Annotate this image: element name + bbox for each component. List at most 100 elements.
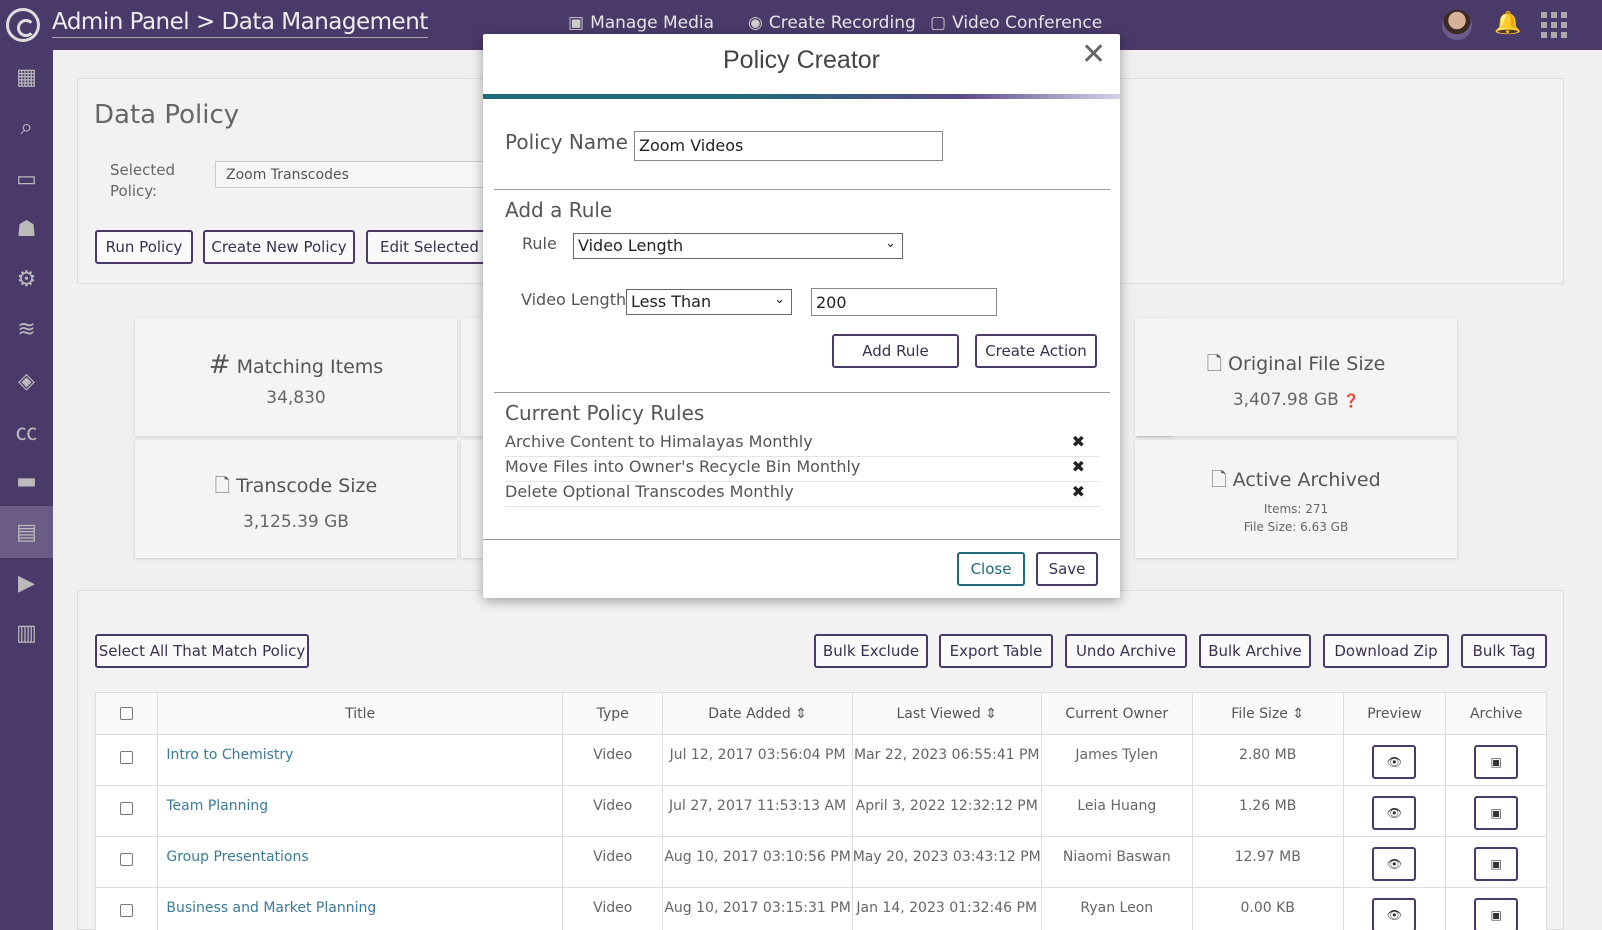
sort-icon[interactable]: ⇕ bbox=[795, 706, 807, 722]
save-button[interactable]: Save bbox=[1036, 552, 1098, 586]
policy-select[interactable]: Zoom Transcodes bbox=[215, 161, 485, 188]
col-owner[interactable]: Current Owner bbox=[1040, 692, 1193, 735]
remove-rule-icon[interactable]: ✖ bbox=[1072, 432, 1085, 451]
select-all-checkbox-cell[interactable] bbox=[94, 692, 159, 735]
preview-eye-icon[interactable]: 👁 bbox=[1372, 847, 1417, 881]
length-input[interactable]: 200 bbox=[811, 288, 997, 316]
row-file-size: 0.00 KB bbox=[1191, 887, 1344, 930]
sort-icon[interactable]: ⇕ bbox=[1292, 706, 1304, 722]
add-rule-button[interactable]: Add Rule bbox=[832, 334, 959, 368]
table-header-row: Title Type Date Added ⇕ Last Viewed ⇕ Cu… bbox=[94, 692, 1547, 735]
row-type: Video bbox=[561, 887, 664, 930]
row-title-link[interactable]: Business and Market Planning bbox=[157, 887, 563, 930]
archive-box-icon[interactable]: ▣ bbox=[1474, 796, 1519, 830]
run-policy-button[interactable]: Run Policy bbox=[95, 230, 193, 264]
sidebar: ▦ ⌕ ▭ ☗ ⚙ ≋ ◈ ㏄ ▬ ▤ ▶ ▥ bbox=[0, 50, 53, 930]
apps-grid-icon[interactable] bbox=[1541, 12, 1567, 38]
preview-eye-icon[interactable]: 👁 bbox=[1372, 898, 1417, 930]
preview-eye-icon[interactable]: 👁 bbox=[1372, 796, 1417, 830]
col-title[interactable]: Title bbox=[157, 692, 563, 735]
modal-accent-bar bbox=[483, 94, 1120, 99]
row-owner: Niaomi Baswan bbox=[1040, 836, 1193, 888]
col-label: Last Viewed bbox=[896, 705, 981, 722]
row-type: Video bbox=[561, 836, 664, 888]
search-users-icon[interactable]: ⌕ bbox=[0, 102, 53, 152]
logo-icon[interactable] bbox=[6, 8, 40, 42]
row-title-link[interactable]: Team Planning bbox=[157, 785, 563, 837]
row-date-added: Jul 27, 2017 11:53:13 AM bbox=[662, 785, 853, 837]
file-upload-icon: 🗋 bbox=[1206, 353, 1222, 375]
row-checkbox[interactable] bbox=[120, 904, 134, 917]
card-title: Active Archived bbox=[1232, 469, 1381, 491]
building-icon[interactable]: ▥ bbox=[0, 608, 53, 658]
storage-icon[interactable]: ▬ bbox=[0, 456, 53, 506]
sort-icon[interactable]: ⇕ bbox=[985, 706, 997, 722]
card-value: 3,125.39 GB bbox=[243, 512, 349, 532]
col-archive: Archive bbox=[1445, 692, 1547, 735]
card-title: Matching Items bbox=[236, 356, 384, 378]
file-upload-icon: 🗋 bbox=[214, 475, 231, 497]
archive-icon[interactable]: ▤ bbox=[0, 506, 53, 558]
row-last-viewed: May 20, 2023 03:43:12 PM bbox=[851, 836, 1042, 888]
col-file-size[interactable]: File Size ⇕ bbox=[1191, 692, 1344, 735]
close-icon[interactable]: ✕ bbox=[1081, 40, 1106, 70]
nav-manage-media[interactable]: ▣ Manage Media bbox=[568, 13, 714, 33]
bell-icon[interactable]: 🔔 bbox=[1494, 11, 1521, 36]
archive-box-icon[interactable]: ▣ bbox=[1474, 745, 1519, 779]
col-date-added[interactable]: Date Added ⇕ bbox=[662, 692, 853, 735]
rule-select-value: Video Length bbox=[578, 236, 684, 255]
preview-eye-icon[interactable]: 👁 bbox=[1372, 745, 1417, 779]
policy-name-input[interactable]: Zoom Videos bbox=[634, 131, 943, 161]
create-action-button[interactable]: Create Action bbox=[975, 334, 1097, 368]
create-new-policy-button[interactable]: Create New Policy bbox=[203, 230, 355, 264]
archive-box-icon[interactable]: ▣ bbox=[1474, 898, 1519, 930]
bulk-archive-button[interactable]: Bulk Archive bbox=[1199, 634, 1311, 668]
row-title-link[interactable]: Group Presentations bbox=[157, 836, 563, 888]
nav-create-recording[interactable]: ◉ Create Recording bbox=[748, 13, 916, 33]
nav-video-conference[interactable]: ▢ Video Conference bbox=[930, 13, 1102, 33]
nav-label: Manage Media bbox=[590, 13, 715, 33]
avatar[interactable] bbox=[1442, 10, 1472, 40]
undo-archive-button[interactable]: Undo Archive bbox=[1065, 634, 1187, 668]
col-label: Date Added bbox=[708, 705, 791, 722]
monitor-icon[interactable]: ▭ bbox=[0, 154, 53, 204]
policy-creator-modal: Policy Creator ✕ Policy Name Zoom Videos… bbox=[483, 34, 1120, 598]
col-last-viewed[interactable]: Last Viewed ⇕ bbox=[851, 692, 1042, 735]
rule-select[interactable]: Video Length ⌄ bbox=[573, 233, 903, 259]
layers-icon[interactable]: ≋ bbox=[0, 304, 53, 354]
remove-rule-icon[interactable]: ✖ bbox=[1072, 482, 1085, 501]
edit-selected-policy-button[interactable]: Edit Selected Po bbox=[366, 230, 486, 264]
select-all-button[interactable]: Select All That Match Policy bbox=[95, 634, 309, 668]
export-table-button[interactable]: Export Table bbox=[939, 634, 1053, 668]
row-last-viewed: April 3, 2022 12:32:12 PM bbox=[851, 785, 1042, 837]
col-type[interactable]: Type bbox=[561, 692, 664, 735]
video-settings-icon[interactable]: ▶ bbox=[0, 558, 53, 608]
paint-icon[interactable]: ◈ bbox=[0, 356, 53, 406]
row-checkbox[interactable] bbox=[120, 751, 134, 764]
rule-text: Delete Optional Transcodes Monthly bbox=[505, 482, 794, 501]
bulk-exclude-button[interactable]: Bulk Exclude bbox=[814, 634, 928, 668]
row-checkbox[interactable] bbox=[120, 853, 134, 866]
comparator-select[interactable]: Less Than ⌄ bbox=[626, 289, 792, 315]
row-owner: James Tylen bbox=[1040, 734, 1193, 786]
row-file-size: 2.80 MB bbox=[1191, 734, 1344, 786]
help-icon[interactable]: ❓ bbox=[1339, 394, 1359, 409]
row-title-link[interactable]: Intro to Chemistry bbox=[157, 734, 563, 786]
settings-icon[interactable]: ⚙ bbox=[0, 254, 53, 304]
rule-item: Archive Content to Himalayas Monthly ✖ bbox=[505, 432, 1099, 457]
close-button[interactable]: Close bbox=[957, 552, 1025, 586]
dashboard-icon[interactable]: ▦ bbox=[0, 52, 53, 102]
archive-box-icon[interactable]: ▣ bbox=[1474, 847, 1519, 881]
app-title[interactable]: Admin Panel > Data Management bbox=[52, 9, 428, 38]
row-file-size: 1.26 MB bbox=[1191, 785, 1344, 837]
groups-icon[interactable]: ☗ bbox=[0, 204, 53, 254]
captions-icon[interactable]: ㏄ bbox=[0, 406, 53, 456]
download-zip-button[interactable]: Download Zip bbox=[1323, 634, 1449, 668]
nav-label: Video Conference bbox=[952, 13, 1103, 33]
row-checkbox[interactable] bbox=[120, 802, 134, 815]
bulk-tag-button[interactable]: Bulk Tag bbox=[1461, 634, 1547, 668]
remove-rule-icon[interactable]: ✖ bbox=[1072, 457, 1085, 476]
hash-icon: # bbox=[208, 350, 231, 380]
page-title: Data Policy bbox=[94, 100, 240, 130]
select-all-checkbox[interactable] bbox=[120, 707, 134, 720]
